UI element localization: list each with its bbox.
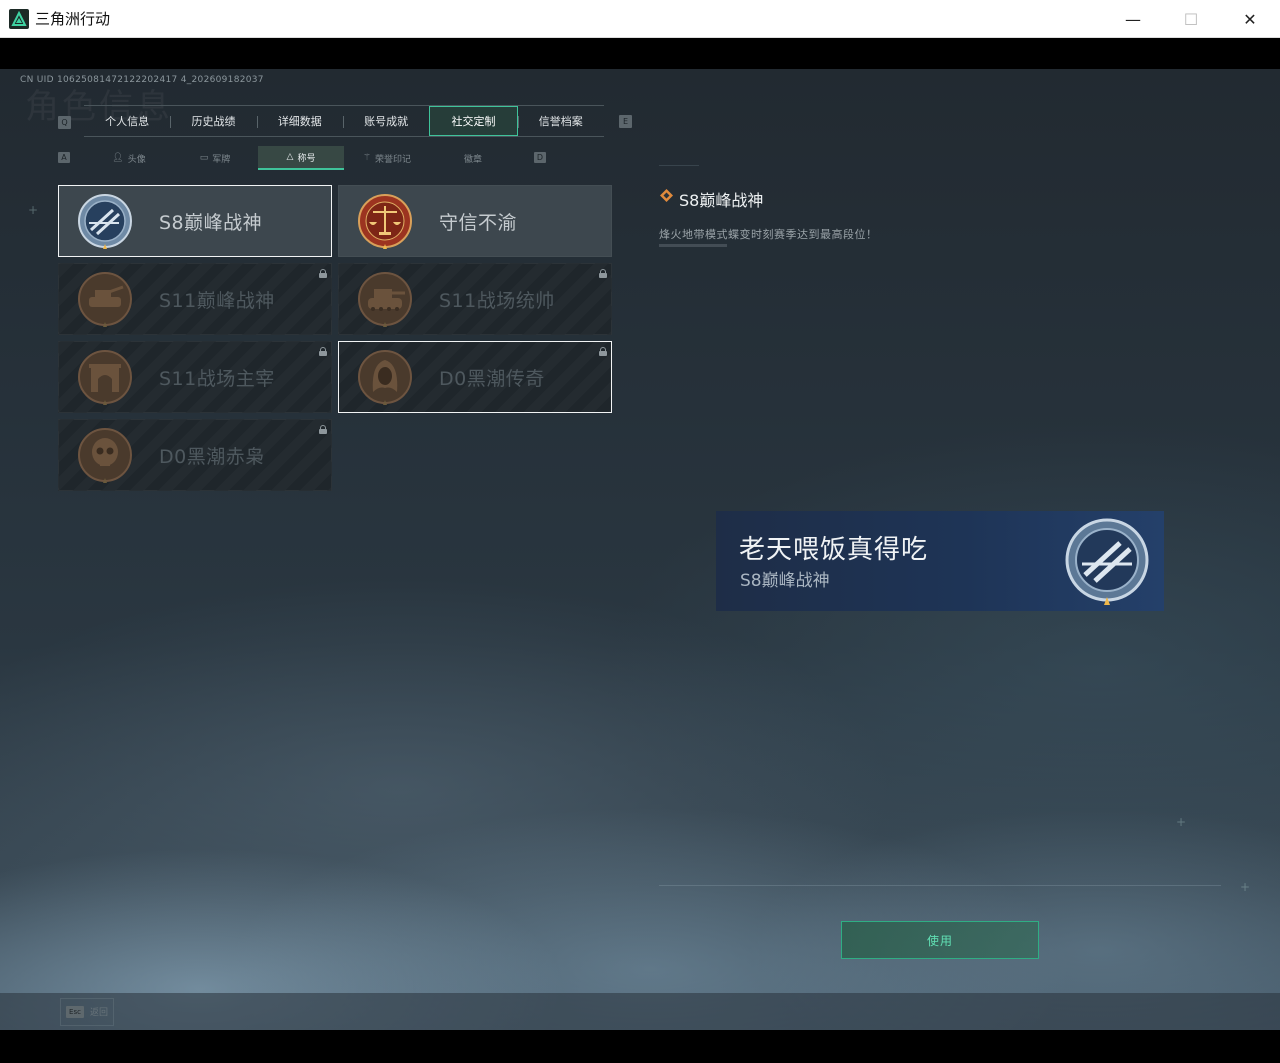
subtab-next-key[interactable]: D [534,152,546,163]
tab-prev-key[interactable]: Q [58,116,71,129]
hood-emblem-icon [358,350,412,405]
title-card-label: D0黑潮传奇 [439,368,545,390]
subtab-label: 荣誉印记 [375,154,412,165]
detail-underline [659,244,727,247]
tab-next-key[interactable]: E [619,115,632,128]
tab-detailed-data[interactable]: 详细数据 [256,106,343,136]
title-card-s11-peak[interactable]: S11巅峰战神 [58,263,332,335]
title-card-label: D0黑潮赤枭 [159,446,265,468]
title-preview-card: 老天喂饭真得吃 S8巅峰战神 [716,511,1164,611]
lock-icon [319,347,327,356]
back-label: 返回 [90,1008,109,1018]
lock-icon [319,425,327,434]
letterbox-top [0,38,1280,69]
subtab-prev-key[interactable]: A [58,152,70,163]
lock-icon [319,269,327,278]
scales-emblem-icon [358,194,412,249]
title-icon: △ [286,152,294,162]
esc-key: Esc [66,1006,84,1018]
close-button[interactable]: ✕ [1221,0,1279,38]
title-card-s11-dominator[interactable]: S11战场主宰 [58,341,332,413]
person-icon: 👤︎ [112,153,124,163]
title-card-s11-commander[interactable]: S11战场统帅 [338,263,612,335]
wings-emblem-icon [1065,518,1149,605]
title-card-s8-peak[interactable]: S8巅峰战神 [58,185,332,257]
tab-credit-record[interactable]: 信誉档案 [517,106,604,136]
title-card-d0-legend[interactable]: D0黑潮传奇 [338,341,612,413]
tab-personal-info[interactable]: 个人信息 [84,106,170,136]
detail-deco-line [659,165,699,166]
preview-player-name: 老天喂饭真得吃 [739,535,929,565]
window-titlebar: 三角洲行动 — ☐ ✕ [0,0,1280,38]
game-viewport: 角色信息 CN UID 10625081472122202417 4_20260… [0,69,1280,1030]
title-card-label: S11战场统帅 [439,290,555,312]
tank-emblem-icon [78,272,132,327]
decor-crosshair: + [28,203,39,217]
honor-icon: ⚚ [362,153,372,163]
wings-emblem-icon [78,194,132,249]
minimize-button[interactable]: — [1104,0,1162,38]
subtab-label: 称号 [297,153,316,164]
subtab-label: 徽章 [463,154,482,165]
skull-emblem-icon [78,428,132,483]
footer-strip [0,993,1280,1030]
decor-crosshair: + [1240,880,1251,894]
letterbox-bottom [0,1030,1280,1063]
title-card-label: 守信不渝 [439,212,518,234]
lock-icon [599,347,607,356]
title-card-label: S8巅峰战神 [159,212,263,234]
use-button[interactable]: 使用 [841,921,1039,959]
diamond-icon [660,189,673,202]
tank-emblem-icon [358,272,412,327]
detail-divider [659,885,1221,886]
maximize-button[interactable]: ☐ [1162,0,1220,38]
tab-history[interactable]: 历史战绩 [170,106,256,136]
detail-title: S8巅峰战神 [679,191,764,210]
tab-achievements[interactable]: 账号成就 [342,106,429,136]
dogtag-icon: ▭ [199,153,209,163]
app-logo-icon [9,8,29,29]
title-card-label: S11巅峰战神 [159,290,275,312]
main-tabs: 个人信息 历史战绩 详细数据 账号成就 社交定制 信誉档案 [84,105,604,137]
subtab-label: 军牌 [212,154,231,165]
title-card-d0-owl[interactable]: D0黑潮赤枭 [58,419,332,491]
window-title: 三角洲行动 [35,10,111,28]
decor-crosshair: + [1176,815,1187,829]
subtab-label: 头像 [127,154,146,165]
subtab-badge[interactable]: 徽章 [430,146,516,170]
subtab-honor-mark[interactable]: ⚚ 荣誉印记 [344,146,430,170]
lock-icon [599,269,607,278]
uid-text: CN UID 10625081472122202417 4_2026091820… [20,75,264,85]
subtab-dogtag[interactable]: ▭ 军牌 [172,146,258,170]
subtab-title[interactable]: △ 称号 [258,146,344,170]
sub-tabs: 👤︎ 头像 ▭ 军牌 △ 称号 ⚚ 荣誉印记 徽章 [86,146,516,170]
tab-social-custom[interactable]: 社交定制 [429,106,518,136]
detail-description: 烽火地带模式蝶变时刻赛季达到最高段位！ [659,228,878,241]
title-card-integrity[interactable]: 守信不渝 [338,185,612,257]
preview-title: S8巅峰战神 [740,571,830,591]
arch-emblem-icon [78,350,132,405]
subtab-avatar[interactable]: 👤︎ 头像 [86,146,172,170]
title-card-label: S11战场主宰 [159,368,275,390]
